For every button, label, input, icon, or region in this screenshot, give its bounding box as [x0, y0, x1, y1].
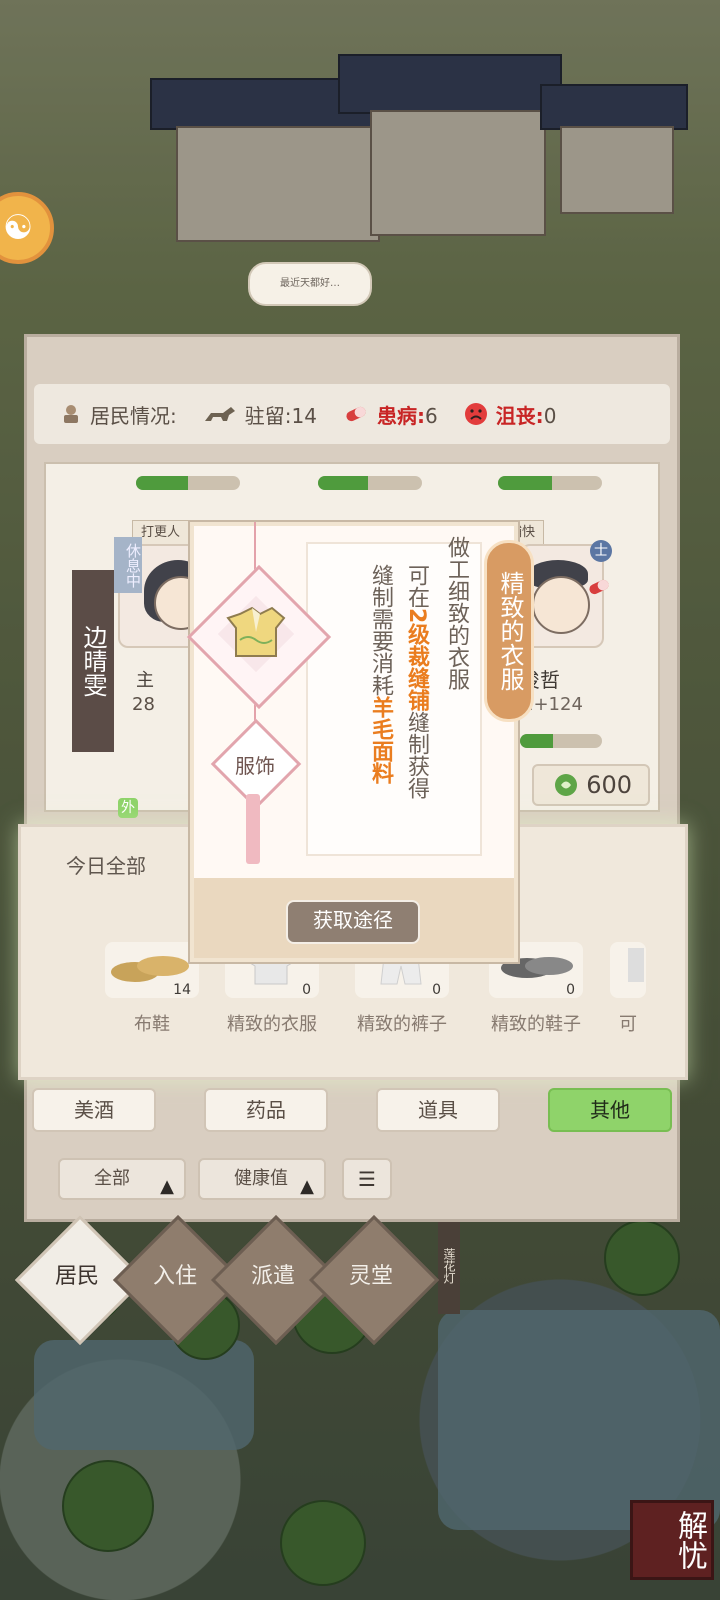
sort-button[interactable]: ☰ — [342, 1158, 392, 1200]
shirt-icon — [226, 606, 286, 657]
top-health-bar — [318, 476, 422, 490]
chevron-up-icon: ▲ — [300, 1176, 314, 1197]
sick-value: 6 — [424, 403, 438, 428]
description-line-3-prefix: 缝制需要消耗 — [368, 564, 393, 696]
nav-memorial-label: 灵堂 — [348, 1264, 393, 1289]
sad-label: 沮丧: — [495, 403, 544, 428]
left-partial-name: 主 — [136, 670, 154, 691]
pill-icon — [346, 406, 366, 422]
lotus-lantern-sign: 莲花灯 — [438, 1218, 460, 1314]
tab-tools[interactable]: 道具 — [376, 1088, 500, 1132]
item-name: 精致的鞋子 — [491, 1014, 581, 1035]
resident-icon — [64, 405, 78, 423]
item-name: 可 — [619, 1014, 637, 1035]
item-name: 精致的裤子 — [357, 1014, 447, 1035]
item-name: 精致的衣服 — [227, 1014, 317, 1035]
sad-value: 0 — [543, 403, 557, 428]
resting-status: 休息中 — [114, 537, 142, 593]
chat-bubble: 最近天都好… — [248, 262, 372, 306]
nav-check-in-label: 入住 — [152, 1264, 197, 1289]
sad-status: 沮丧:0 — [464, 400, 557, 429]
item-name: 布鞋 — [134, 1014, 170, 1035]
sick-status: 患病:6 — [343, 400, 438, 429]
resident-name-left: 边晴雯 — [72, 570, 114, 752]
description-line-1: 做工细致的衣服 — [440, 536, 472, 690]
jieyou-badge[interactable]: 解忧 — [630, 1500, 714, 1580]
item-count: 0 — [302, 982, 311, 998]
description-line-1-text: 做工细致的衣服 — [444, 536, 469, 690]
sick-icon — [589, 579, 609, 595]
sick-label: 患病: — [376, 403, 425, 428]
coin-icon — [555, 774, 578, 796]
coin-value: 600 — [586, 771, 632, 799]
description-highlight-material: 羊毛面料 — [368, 696, 393, 784]
category-tabs: 美酒 药品 道具 其他 — [32, 1088, 676, 1132]
chevron-up-icon: ▲ — [160, 1176, 174, 1197]
horse-icon — [204, 407, 235, 421]
filter-all-label: 全部 — [94, 1168, 130, 1189]
tab-medicine[interactable]: 药品 — [204, 1088, 328, 1132]
left-small-tag: 外 — [118, 798, 138, 818]
stay-status: 驻留:14 — [203, 400, 317, 429]
description-line-2: 可在2级裁缝铺缝制获得 — [400, 564, 432, 799]
item-partial[interactable]: 可 — [610, 942, 646, 1036]
nav-residents-label: 居民 — [54, 1264, 99, 1289]
coin-box: 600 — [532, 764, 650, 806]
item-count: 0 — [566, 982, 575, 998]
description-highlight-shop: 2级裁缝铺 — [404, 608, 429, 712]
description-line-2-suffix: 缝制获得 — [404, 711, 429, 800]
description-line-3: 缝制需要消耗羊毛面料 — [364, 564, 396, 784]
item-count: 14 — [173, 982, 191, 998]
description-line-2-prefix: 可在 — [404, 564, 429, 608]
category-label: 服饰 — [235, 754, 275, 778]
resident-status-bar: 居民情况: 驻留:14 患病:6 沮丧:0 — [34, 384, 670, 444]
tassel-decoration — [246, 794, 260, 864]
sad-face-icon — [464, 403, 487, 425]
stay-value: 14 — [291, 403, 317, 428]
filter-all[interactable]: 全部 ▲ — [58, 1158, 186, 1200]
residents-status: 居民情况: — [60, 400, 177, 429]
resident-value: +124 — [533, 694, 583, 715]
filter-health[interactable]: 健康值 ▲ — [198, 1158, 326, 1200]
right-badge: 士 — [590, 540, 612, 562]
resident-health-bar — [520, 734, 602, 748]
filter-health-label: 健康值 — [234, 1168, 288, 1189]
left-partial-number: 28 — [132, 694, 155, 715]
item-title: 精致的衣服 — [484, 540, 534, 722]
top-health-bar — [136, 476, 240, 490]
partial-item-icon — [628, 948, 644, 982]
item-count: 0 — [432, 982, 441, 998]
resident-face-right — [532, 576, 590, 634]
tab-other[interactable]: 其他 — [548, 1088, 672, 1132]
stay-label: 驻留: — [244, 403, 292, 428]
residents-label: 居民情况: — [90, 403, 177, 428]
get-source-button[interactable]: 获取途径 — [286, 900, 420, 944]
tab-wine[interactable]: 美酒 — [32, 1088, 156, 1132]
top-health-bar — [498, 476, 602, 490]
nav-dispatch-label: 派遣 — [250, 1264, 295, 1289]
items-title: 今日全部 — [66, 854, 146, 878]
